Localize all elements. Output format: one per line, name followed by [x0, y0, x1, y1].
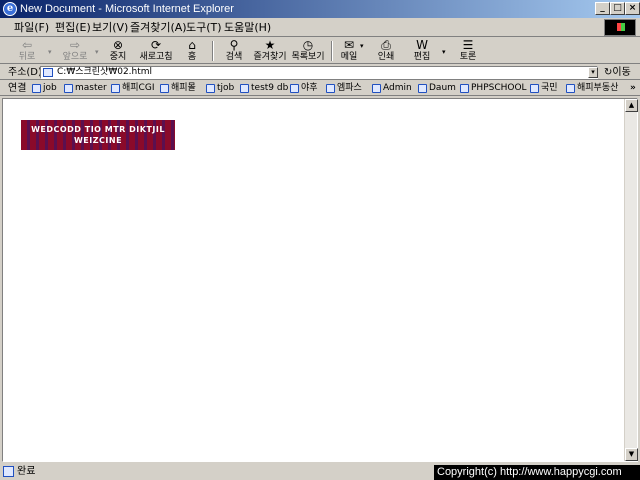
link-item[interactable]: 해피몰 [160, 82, 196, 95]
menu-tools[interactable]: 도구(T) [186, 20, 222, 35]
back-dropdown-icon[interactable]: ▾ [48, 48, 52, 56]
discuss-icon: ☰ [462, 38, 474, 52]
title-bar: e New Document - Microsoft Internet Expl… [0, 0, 640, 18]
link-item[interactable]: Admin [372, 82, 412, 95]
menu-favorites[interactable]: 즐겨찾기(A) [130, 20, 187, 35]
toolbar-separator [212, 41, 214, 61]
windows-logo-icon [604, 19, 636, 36]
link-page-icon [530, 84, 539, 93]
menu-file[interactable]: 파일(F) [14, 20, 49, 35]
banner-line-1: WEDCODD TIO MTR DIKTJIL [31, 125, 165, 134]
page-viewport[interactable]: WEDCODD TIO MTR DIKTJIL WEIZCINE ▲ ▼ [2, 98, 638, 462]
status-bar: 완료 Copyright(c) http://www.happycgi.com [0, 463, 640, 480]
link-item[interactable]: 엠파스 [326, 82, 362, 95]
search-icon: ⚲ [229, 38, 239, 52]
link-page-icon [460, 84, 469, 93]
link-item[interactable]: 해피CGI [111, 82, 154, 95]
mail-dropdown-icon[interactable]: ▾ [360, 42, 364, 50]
link-page-icon [206, 84, 215, 93]
edit-icon: W [416, 38, 428, 52]
print-button[interactable]: ⎙ 인쇄 [372, 38, 400, 64]
banner-line-2: WEIZCINE [73, 136, 123, 145]
print-icon: ⎙ [381, 38, 391, 52]
stop-button[interactable]: ⊗ 중지 [102, 38, 134, 64]
address-value: C:₩스크린샷₩02.html [57, 67, 153, 77]
link-item[interactable]: tjob [206, 82, 234, 95]
links-label: 연결 [8, 83, 27, 94]
stop-icon: ⊗ [112, 38, 124, 52]
link-item[interactable]: test9 db [240, 82, 288, 95]
history-button[interactable]: ◷ 목록보기 [290, 38, 326, 64]
links-bar: 연결 job master 해피CGI 해피몰 tjob test9 db 야후… [0, 81, 640, 96]
link-page-icon [240, 84, 249, 93]
link-item[interactable]: PHPSCHOOL [460, 82, 527, 95]
welcome-banner: WEDCODD TIO MTR DIKTJIL WEIZCINE [21, 120, 175, 150]
menu-view[interactable]: 보기(V) [92, 20, 128, 35]
discuss-button[interactable]: ☰ 토론 [454, 38, 482, 64]
menu-help[interactable]: 도움말(H) [224, 20, 271, 35]
back-button[interactable]: ⇦ 뒤로 [8, 38, 46, 64]
close-button[interactable]: × [625, 2, 640, 15]
link-page-icon [566, 84, 575, 93]
link-page-icon [160, 84, 169, 93]
mail-icon: ✉ [343, 38, 355, 52]
search-button[interactable]: ⚲ 검색 [218, 38, 250, 64]
minimize-button[interactable]: _ [595, 2, 610, 15]
back-arrow-icon: ⇦ [21, 38, 33, 52]
maximize-button[interactable]: □ [610, 2, 625, 15]
copyright-notice: Copyright(c) http://www.happycgi.com [434, 465, 640, 480]
scroll-down-icon[interactable]: ▼ [625, 448, 638, 461]
page-icon [43, 68, 53, 77]
page-status-icon [3, 466, 14, 477]
link-item[interactable]: master [64, 82, 107, 95]
link-page-icon [372, 84, 381, 93]
link-page-icon [290, 84, 299, 93]
mail-button[interactable]: ✉ 메일 [336, 38, 362, 64]
link-item[interactable]: job [32, 82, 57, 95]
link-page-icon [64, 84, 73, 93]
status-text: 완료 [17, 466, 36, 477]
links-more-chevron-icon[interactable]: » [630, 82, 636, 95]
address-input[interactable]: C:₩스크린샷₩02.html [40, 66, 598, 79]
link-item[interactable]: 국민 [530, 82, 558, 95]
menu-bar: 파일(F) 편집(E) 보기(V) 즐겨찾기(A) 도구(T) 도움말(H) [0, 18, 640, 37]
address-dropdown-icon[interactable]: ▾ [588, 67, 598, 78]
go-button[interactable]: ↻이동 [604, 66, 631, 79]
standard-toolbar: ⇦ 뒤로 ▾ ⇨ 앞으로 ▾ ⊗ 중지 ⟳ 새로고침 ⌂ 홈 ⚲ 검색 ★ 즐겨… [0, 38, 640, 64]
link-item[interactable]: 해피부동산 [566, 82, 618, 95]
ie-app-icon[interactable]: e [3, 2, 17, 16]
link-item[interactable]: Daum [418, 82, 456, 95]
toolbar-separator [331, 41, 333, 61]
refresh-icon: ⟳ [150, 38, 162, 52]
history-icon: ◷ [302, 38, 314, 52]
scroll-up-icon[interactable]: ▲ [625, 99, 638, 112]
address-bar: 주소(D) C:₩스크린샷₩02.html ▾ ↻이동 [0, 65, 640, 80]
link-page-icon [111, 84, 120, 93]
address-label: 주소(D) [8, 67, 42, 78]
forward-button[interactable]: ⇨ 앞으로 [56, 38, 94, 64]
edit-dropdown-icon[interactable]: ▾ [442, 48, 446, 56]
vertical-scrollbar[interactable]: ▲ ▼ [624, 99, 638, 461]
refresh-button[interactable]: ⟳ 새로고침 [136, 38, 176, 64]
link-page-icon [418, 84, 427, 93]
home-icon: ⌂ [188, 38, 196, 52]
edit-button[interactable]: W 편집 [408, 38, 436, 64]
window-title: New Document - Microsoft Internet Explor… [20, 3, 234, 15]
home-button[interactable]: ⌂ 홈 [178, 38, 206, 64]
menu-edit[interactable]: 편집(E) [55, 20, 91, 35]
link-page-icon [32, 84, 41, 93]
favorites-button[interactable]: ★ 즐겨찾기 [252, 38, 288, 64]
forward-arrow-icon: ⇨ [69, 38, 81, 52]
favorites-icon: ★ [264, 38, 276, 52]
link-page-icon [326, 84, 335, 93]
link-item[interactable]: 야후 [290, 82, 318, 95]
forward-dropdown-icon[interactable]: ▾ [95, 48, 99, 56]
